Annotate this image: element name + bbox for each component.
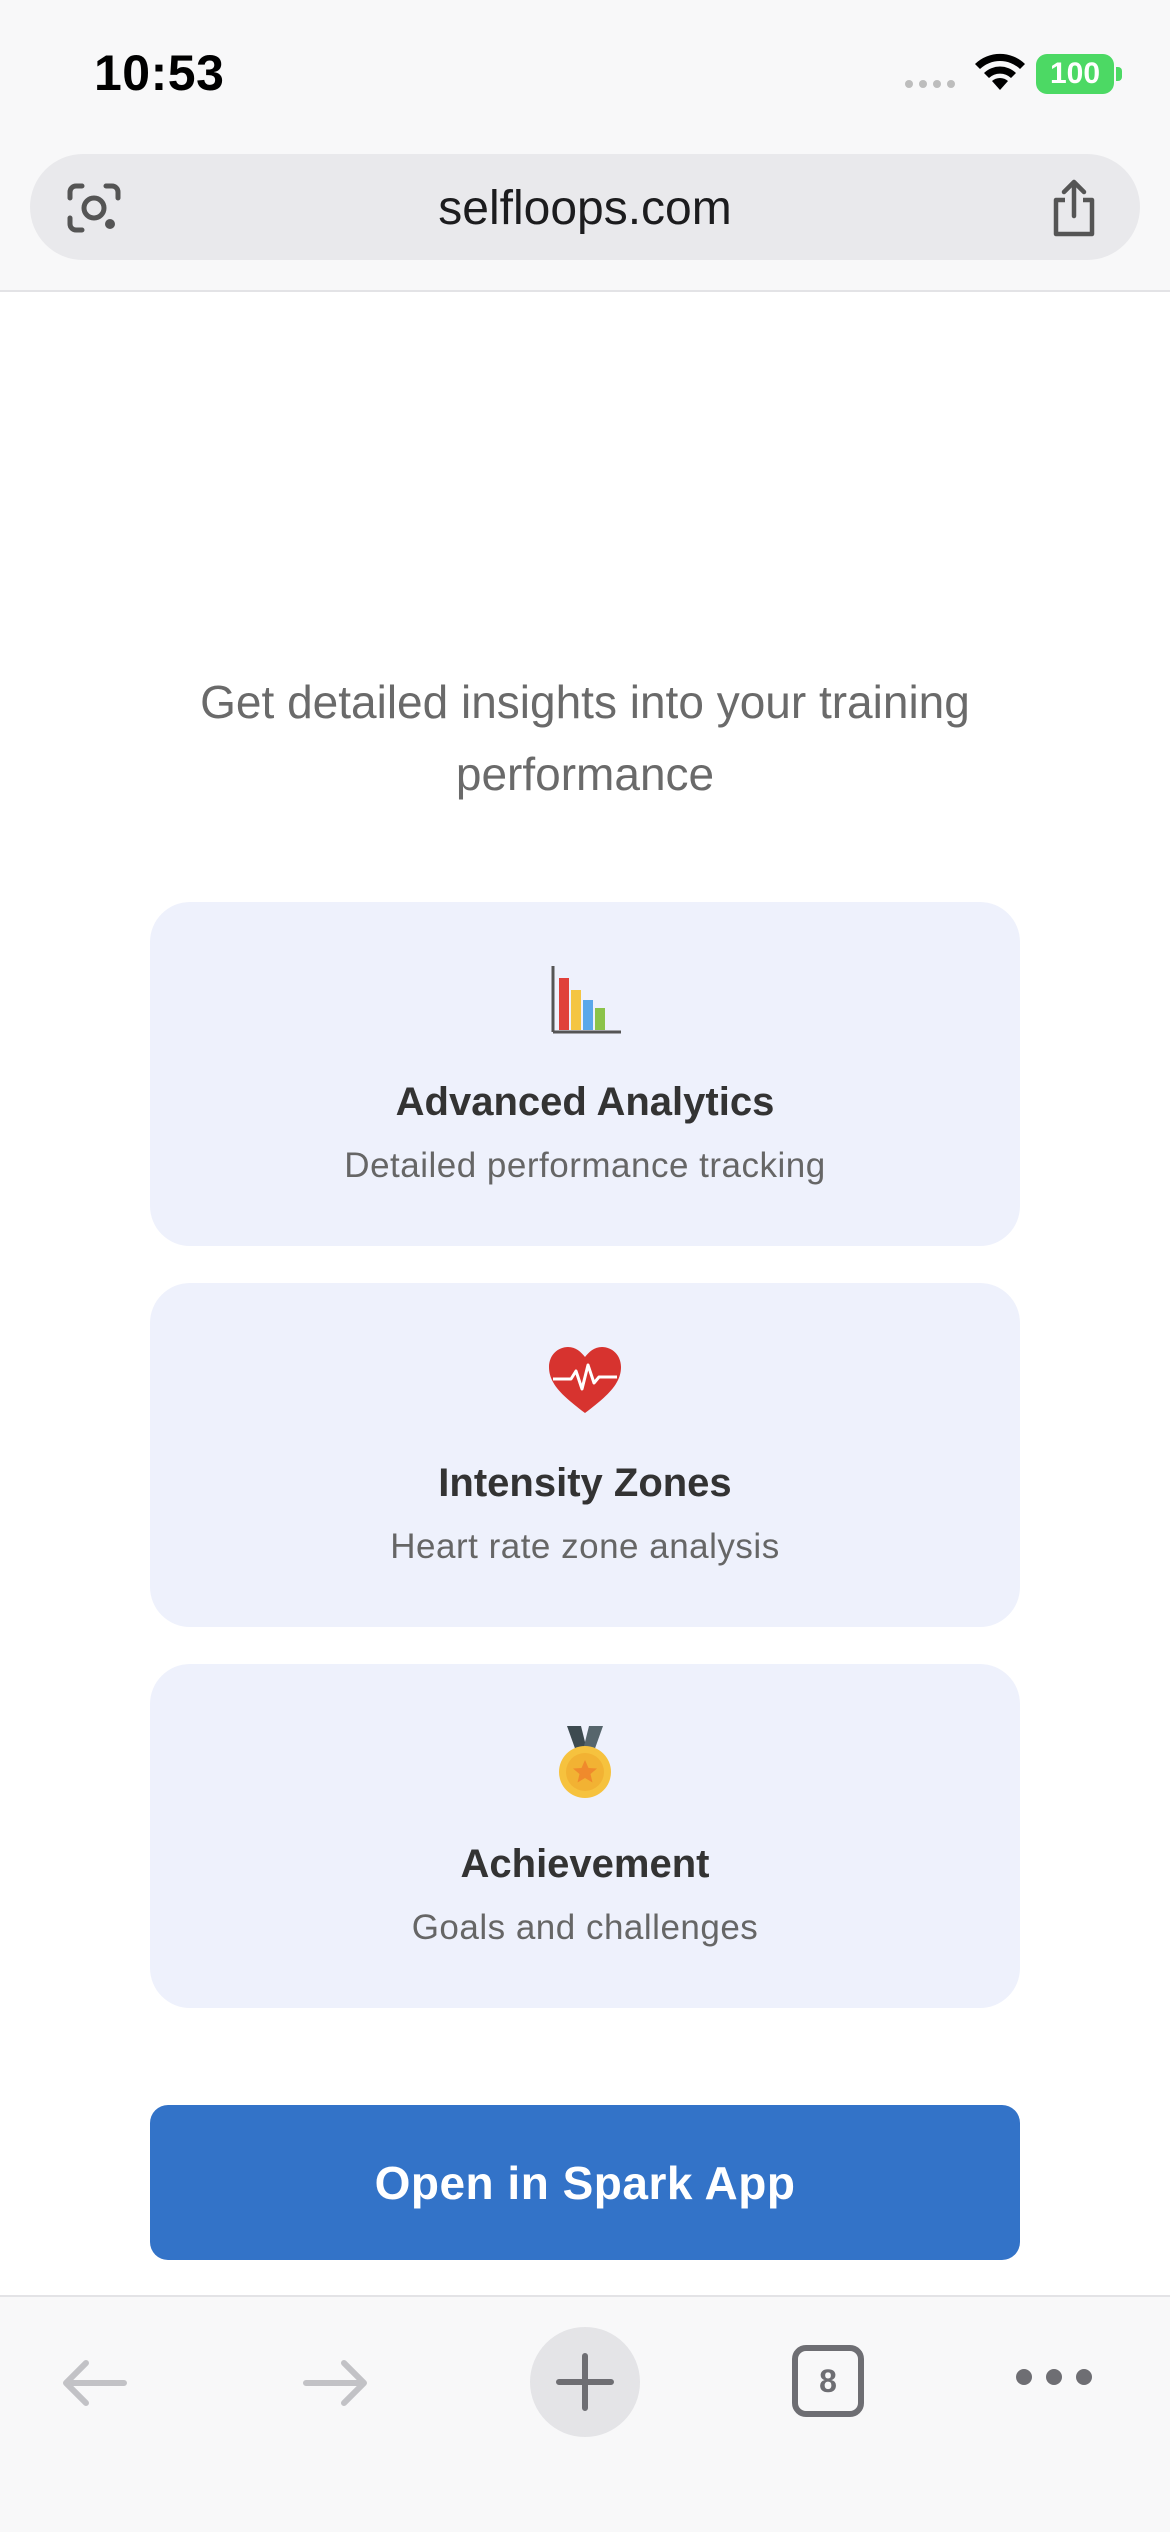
wifi-icon: [975, 53, 1025, 90]
feature-subtitle: Goals and challenges: [411, 1908, 759, 1947]
open-in-app-button[interactable]: Open in Spark App: [150, 2105, 1020, 2260]
bar-chart-icon: [551, 966, 621, 1034]
feature-title: Intensity Zones: [438, 1461, 732, 1505]
feature-subtitle: Heart rate zone analysis: [390, 1527, 780, 1566]
forward-arrow-icon[interactable]: [300, 2357, 372, 2409]
share-icon[interactable]: [1048, 178, 1100, 238]
cellular-signal-icon: [905, 80, 955, 88]
medal-icon: [559, 1726, 611, 1798]
status-bar: 10:53 100: [0, 0, 1170, 150]
back-arrow-icon[interactable]: [58, 2357, 130, 2409]
feature-card-analytics: Advanced Analytics Detailed performance …: [150, 902, 1020, 1246]
more-icon[interactable]: [1016, 2369, 1092, 2385]
battery-icon: 100: [1036, 54, 1114, 94]
browser-toolbar: 8: [0, 2295, 1170, 2532]
tagline: Get detailed insights into your training…: [200, 676, 970, 800]
address-bar[interactable]: selfloops.com: [30, 154, 1140, 260]
feature-subtitle: Detailed performance tracking: [344, 1146, 826, 1185]
heart-pulse-icon: [549, 1347, 621, 1413]
url-text[interactable]: selfloops.com: [30, 181, 1140, 236]
address-bar-area: selfloops.com: [0, 150, 1170, 292]
battery-nub: [1116, 67, 1122, 81]
plus-icon: [556, 2353, 614, 2411]
feature-card-intensity: Intensity Zones Heart rate zone analysis: [150, 1283, 1020, 1627]
tabs-icon[interactable]: 8: [792, 2345, 864, 2417]
feature-title: Achievement: [460, 1842, 710, 1886]
status-time: 10:53: [94, 45, 225, 101]
new-tab-button[interactable]: [530, 2327, 640, 2437]
feature-title: Advanced Analytics: [395, 1080, 775, 1124]
feature-card-achievement: Achievement Goals and challenges: [150, 1664, 1020, 2008]
